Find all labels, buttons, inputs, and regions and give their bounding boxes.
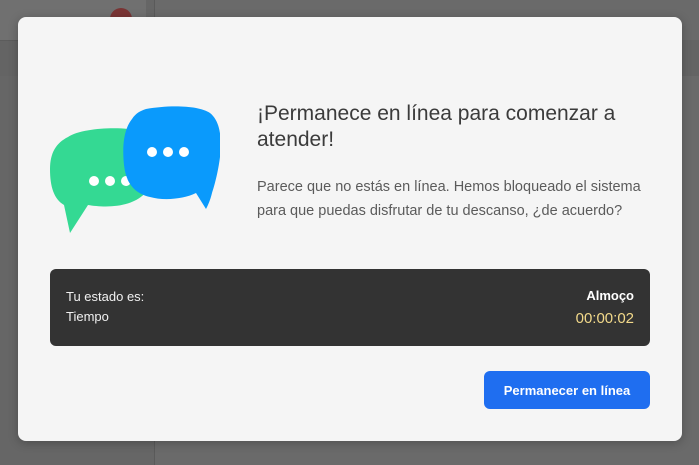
- status-panel: Tu estado es: Tiempo Almoço 00:00:02: [50, 269, 650, 346]
- modal-message: Parece que no estás en línea. Hemos bloq…: [257, 179, 641, 219]
- blue-bubble-dots: [147, 147, 189, 157]
- time-label: Tiempo: [66, 309, 109, 324]
- stay-online-modal: ¡Permanece en línea para comenzar a aten…: [18, 17, 682, 441]
- modal-title: ¡Permanece en línea para comenzar a aten…: [257, 102, 616, 151]
- chat-bubbles-icon: [50, 106, 220, 233]
- status-value: Almoço: [586, 288, 634, 303]
- time-counter: 00:00:02: [575, 310, 634, 327]
- stay-online-button[interactable]: Permanecer en línea: [484, 371, 650, 409]
- status-label: Tu estado es:: [66, 289, 145, 304]
- green-bubble-dots: [89, 176, 131, 186]
